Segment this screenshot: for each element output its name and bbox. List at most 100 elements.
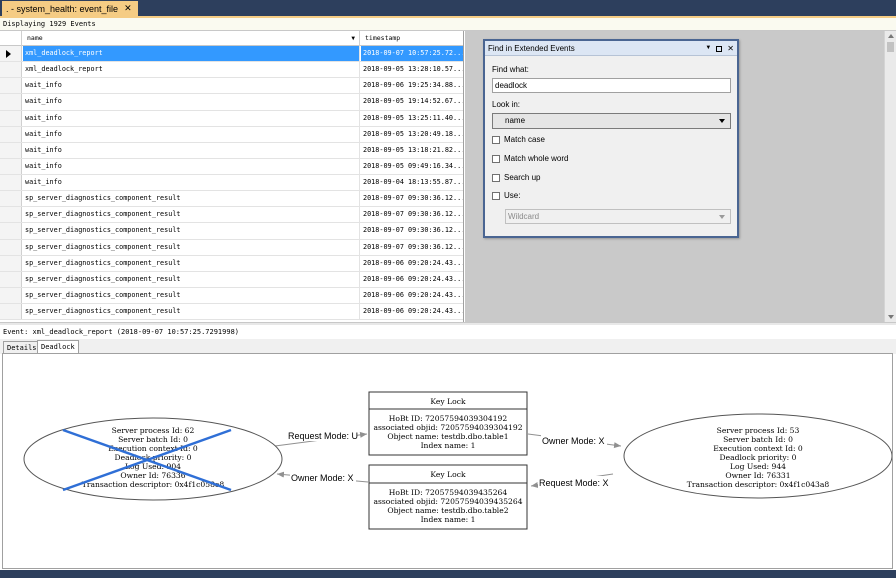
cell-name[interactable]: sp_server_diagnostics_component_result <box>23 191 360 207</box>
survivor-line: Deadlock priority: 0 <box>720 453 797 462</box>
cell-timestamp[interactable]: 2018-09-07 09:30:36.12... <box>361 191 463 206</box>
victim-process-node[interactable]: Server process Id: 62 Server batch Id: 0… <box>23 417 283 501</box>
cell-name[interactable]: xml_deadlock_report <box>23 46 360 62</box>
row-selector[interactable] <box>0 62 22 78</box>
look-in-select[interactable]: name <box>492 113 731 129</box>
row-selector[interactable] <box>0 271 22 287</box>
table-row[interactable]: wait_info 2018-09-06 19:25:34.88... <box>0 78 463 95</box>
row-selector[interactable] <box>0 175 22 191</box>
cell-name[interactable]: wait_info <box>23 78 360 94</box>
close-icon[interactable]: ✕ <box>124 4 132 13</box>
checkbox-box[interactable] <box>492 173 500 182</box>
table-row[interactable]: sp_server_diagnostics_component_result 20… <box>0 207 463 224</box>
row-selector[interactable] <box>0 255 22 271</box>
table-row[interactable]: wait_info 2018-09-04 18:13:55.87... <box>0 175 463 192</box>
key-lock-node-1[interactable]: Key Lock HoBt ID: 72057594039304192 asso… <box>368 391 528 456</box>
table-row[interactable]: wait_info 2018-09-05 13:25:11.40... <box>0 110 463 127</box>
cell-name[interactable]: wait_info <box>23 158 360 174</box>
cell-timestamp[interactable]: 2018-09-05 13:28:10.57... <box>361 62 463 77</box>
row-selector[interactable] <box>0 223 22 239</box>
cell-timestamp[interactable]: 2018-09-07 09:30:36.12... <box>361 240 463 255</box>
tab-deadlock[interactable]: Deadlock <box>37 340 79 354</box>
row-selector[interactable] <box>0 158 22 174</box>
vertical-scrollbar[interactable] <box>884 31 896 322</box>
row-selector[interactable] <box>0 142 22 158</box>
cell-timestamp[interactable]: 2018-09-05 09:49:16.34... <box>361 159 463 174</box>
table-row[interactable]: sp_server_diagnostics_component_result 20… <box>0 271 463 288</box>
cell-timestamp[interactable]: 2018-09-07 10:57:25.72... <box>361 46 463 62</box>
row-selector[interactable] <box>0 239 22 255</box>
cell-name[interactable]: sp_server_diagnostics_component_result <box>23 207 360 223</box>
cell-name[interactable]: xml_deadlock_report <box>23 62 360 78</box>
scroll-down-icon[interactable] <box>888 315 894 319</box>
document-tab[interactable]: . - system_health: event_file ✕ <box>2 1 138 16</box>
cell-timestamp[interactable]: 2018-09-06 09:20:24.43... <box>361 288 463 303</box>
key-lock-node-2[interactable]: Key Lock HoBt ID: 72057594039435264 asso… <box>368 464 528 530</box>
key-lock-line: associated objid: 72057594039304192 <box>373 423 522 432</box>
cell-timestamp[interactable]: 2018-09-05 19:14:52.67... <box>361 94 463 109</box>
row-selector[interactable] <box>0 46 22 62</box>
row-selector[interactable] <box>0 126 22 142</box>
cell-timestamp[interactable]: 2018-09-05 13:18:21.82... <box>361 143 463 158</box>
scroll-up-icon[interactable] <box>888 34 894 38</box>
table-row[interactable]: sp_server_diagnostics_component_result 20… <box>0 255 463 272</box>
cell-name[interactable]: wait_info <box>23 110 360 126</box>
cell-name[interactable]: wait_info <box>23 126 360 142</box>
cell-name[interactable]: wait_info <box>23 142 360 158</box>
table-row[interactable]: xml_deadlock_report 2018-09-07 10:57:25.7… <box>0 46 463 63</box>
cell-timestamp[interactable]: 2018-09-05 13:20:49.18... <box>361 127 463 142</box>
table-row[interactable]: sp_server_diagnostics_component_result 20… <box>0 191 463 208</box>
dropdown-arrow-icon[interactable]: ▼ <box>705 41 711 56</box>
events-grid[interactable]: name ▼ timestamp xml_deadlock_report 2018… <box>0 31 464 322</box>
checkbox-box[interactable] <box>492 154 500 163</box>
cell-name[interactable]: sp_server_diagnostics_component_result <box>23 287 360 303</box>
cell-name[interactable]: sp_server_diagnostics_component_result <box>23 255 360 271</box>
row-selector[interactable] <box>0 191 22 207</box>
column-header-timestamp[interactable]: timestamp <box>361 31 463 46</box>
survivor-process-node[interactable]: Server process Id: 53 Server batch Id: 0… <box>623 413 893 499</box>
table-row[interactable]: sp_server_diagnostics_component_result 20… <box>0 304 463 321</box>
cell-timestamp[interactable]: 2018-09-06 19:25:34.88... <box>361 78 463 93</box>
table-row[interactable]: wait_info 2018-09-05 13:18:21.82... <box>0 142 463 159</box>
table-row[interactable]: sp_server_diagnostics_component_result 20… <box>0 287 463 304</box>
cell-timestamp[interactable]: 2018-09-06 09:20:24.43... <box>361 256 463 271</box>
row-selector[interactable] <box>0 110 22 126</box>
cell-name[interactable]: wait_info <box>23 175 360 191</box>
search-up-checkbox[interactable]: Search up <box>492 173 540 182</box>
cell-timestamp[interactable]: 2018-09-07 09:30:36.12... <box>361 207 463 222</box>
match-case-checkbox[interactable]: Match case <box>492 135 545 144</box>
close-dialog-icon[interactable]: ✕ <box>727 41 734 56</box>
cell-timestamp[interactable]: 2018-09-05 13:25:11.40... <box>361 111 463 126</box>
table-row[interactable]: xml_deadlock_report 2018-09-05 13:28:10.5… <box>0 62 463 79</box>
cell-name[interactable]: sp_server_diagnostics_component_result <box>23 271 360 287</box>
cell-timestamp[interactable]: 2018-09-06 09:20:24.43... <box>361 272 463 287</box>
find-dialog-titlebar[interactable]: Find in Extended Events ▼ ✕ <box>485 41 737 56</box>
table-row[interactable]: sp_server_diagnostics_component_result 20… <box>0 223 463 240</box>
scrollbar-thumb[interactable] <box>887 42 894 52</box>
row-selector[interactable] <box>0 304 22 320</box>
cell-name[interactable]: sp_server_diagnostics_component_result <box>23 239 360 255</box>
table-row[interactable]: wait_info 2018-09-05 19:14:52.67... <box>0 94 463 111</box>
table-row[interactable]: wait_info 2018-09-05 13:20:49.18... <box>0 126 463 143</box>
sort-desc-icon[interactable]: ▼ <box>351 31 355 46</box>
row-selector[interactable] <box>0 94 22 110</box>
cell-timestamp[interactable]: 2018-09-06 09:20:24.43... <box>361 304 463 319</box>
find-what-input[interactable]: deadlock <box>492 78 731 93</box>
cell-name[interactable]: sp_server_diagnostics_component_result <box>23 223 360 239</box>
table-row[interactable]: wait_info 2018-09-05 09:49:16.34... <box>0 158 463 175</box>
table-row[interactable]: sp_server_diagnostics_component_result 20… <box>0 239 463 256</box>
cell-name[interactable]: wait_info <box>23 94 360 110</box>
row-selector[interactable] <box>0 78 22 94</box>
row-selector[interactable] <box>0 287 22 303</box>
match-whole-word-checkbox[interactable]: Match whole word <box>492 154 568 163</box>
cell-timestamp[interactable]: 2018-09-04 18:13:55.87... <box>361 175 463 190</box>
grid-corner <box>0 31 22 46</box>
checkbox-box[interactable] <box>492 191 500 200</box>
column-header-name[interactable]: name ▼ <box>23 31 360 46</box>
maximize-icon[interactable] <box>716 45 723 52</box>
row-selector[interactable] <box>0 207 22 223</box>
checkbox-box[interactable] <box>492 135 500 144</box>
use-checkbox[interactable]: Use: <box>492 191 520 200</box>
cell-name[interactable]: sp_server_diagnostics_component_result <box>23 304 360 320</box>
cell-timestamp[interactable]: 2018-09-07 09:30:36.12... <box>361 223 463 238</box>
